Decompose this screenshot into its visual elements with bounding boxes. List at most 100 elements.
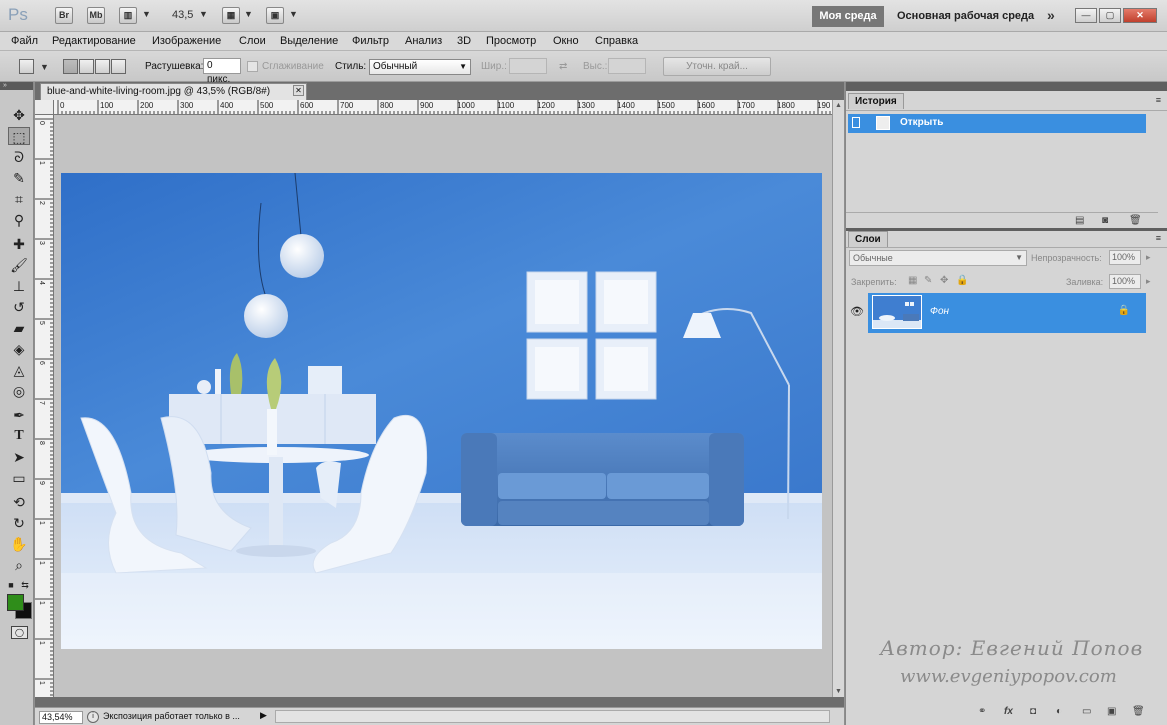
menu-file[interactable]: Файл [11, 35, 38, 47]
play-icon[interactable]: ▶ [260, 710, 267, 721]
chevron-down-icon[interactable]: ▼ [40, 62, 49, 72]
chevron-down-icon[interactable]: ▼ [244, 9, 253, 19]
zoom-tool-icon[interactable]: ⌕ [8, 556, 30, 574]
close-icon[interactable]: ✕ [293, 85, 304, 96]
refine-edge-button[interactable]: Уточн. край... [663, 57, 771, 76]
canvas-image[interactable] [61, 173, 822, 649]
tab-layers[interactable]: Слои [848, 231, 888, 247]
tool-preset-picker[interactable] [19, 59, 34, 74]
blend-mode-select[interactable]: Обычные ▼ [849, 250, 1027, 266]
panel-menu-icon[interactable]: ≡ [1156, 233, 1161, 243]
trash-icon[interactable]: 🗑 [1132, 706, 1145, 717]
view-extras-button[interactable]: ▥ [119, 7, 137, 24]
menu-3d[interactable]: 3D [457, 35, 471, 47]
vertical-ruler[interactable]: 0 1 2 3 4 5 6 7 8 9 1 1 1 1 1 [35, 115, 54, 697]
camera-icon[interactable]: ◙ [1102, 215, 1108, 226]
menu-image[interactable]: Изображение [152, 35, 221, 47]
menu-select[interactable]: Выделение [280, 35, 338, 47]
rectangle-tool-icon[interactable]: ▭ [8, 469, 30, 487]
subtract-from-selection-button[interactable] [95, 59, 110, 74]
tab-history[interactable]: История [848, 93, 904, 109]
close-button[interactable]: ✕ [1123, 8, 1157, 23]
chevron-down-icon[interactable]: ▼ [142, 9, 151, 19]
foreground-color-swatch[interactable] [7, 594, 24, 611]
history-brush-tool-icon[interactable]: ↺ [8, 298, 30, 316]
3d-rotate-tool-icon[interactable]: ⟲ [8, 493, 30, 511]
ruler-origin[interactable] [35, 100, 54, 115]
stamp-tool-icon[interactable]: ⊥ [8, 277, 30, 295]
arrange-documents-button[interactable]: ▦ [222, 7, 240, 24]
lock-transparency-icon[interactable]: ▦ [908, 275, 917, 286]
new-selection-button[interactable] [63, 59, 78, 74]
menu-help[interactable]: Справка [595, 35, 638, 47]
trash-icon[interactable]: 🗑 [1129, 215, 1142, 226]
width-input[interactable] [509, 58, 547, 74]
zoom-level[interactable]: 43,5 [172, 9, 193, 21]
panel-menu-icon[interactable]: ≡ [1156, 95, 1161, 105]
horizontal-ruler[interactable]: 0 100 200 300 400 500 600 700 800 900 10… [54, 100, 832, 115]
brush-tool-icon[interactable]: 🖌 [8, 256, 30, 274]
new-layer-icon[interactable]: ▣ [1107, 706, 1116, 717]
fill-input[interactable]: 100% [1109, 274, 1141, 289]
dodge-tool-icon[interactable]: ◎ [8, 382, 30, 400]
eyedropper-tool-icon[interactable]: ⚲ [8, 211, 30, 229]
layer-style-icon[interactable]: fx [1004, 706, 1013, 717]
screen-mode-button[interactable]: ▣ [266, 7, 284, 24]
new-document-from-state-icon[interactable]: ▤ [1075, 215, 1084, 226]
lock-position-icon[interactable]: ✥ [940, 275, 948, 286]
chevron-down-icon[interactable]: ▼ [199, 9, 208, 19]
document-tab[interactable]: blue-and-white-living-room.jpg @ 43,5% (… [40, 83, 307, 100]
antialias-checkbox[interactable] [247, 61, 258, 72]
healing-brush-tool-icon[interactable]: ✚ [8, 235, 30, 253]
hand-tool-icon[interactable]: ✋ [8, 535, 30, 553]
layer-row[interactable]: Фон 🔒 [868, 293, 1146, 333]
minimize-button[interactable]: — [1075, 8, 1097, 23]
style-select[interactable]: Обычный ▼ [369, 59, 471, 75]
scroll-up-icon[interactable]: ▲ [835, 102, 842, 109]
link-layers-icon[interactable]: ⚭ [978, 706, 986, 717]
default-colors-icon[interactable]: ■ [4, 576, 18, 594]
swap-colors-icon[interactable]: ⇆ [18, 576, 32, 594]
launch-minibridge-button[interactable]: Mb [87, 7, 105, 24]
layer-name[interactable]: Фон [930, 306, 949, 317]
menu-view[interactable]: Просмотр [486, 35, 536, 47]
marquee-tool-icon[interactable]: ⬚ [8, 127, 30, 145]
workspace-my-button[interactable]: Моя среда [812, 6, 884, 27]
horizontal-scrollbar[interactable] [275, 710, 830, 723]
intersect-selection-button[interactable] [111, 59, 126, 74]
lock-all-icon[interactable]: 🔒 [956, 275, 968, 286]
pen-tool-icon[interactable]: ✒ [8, 406, 30, 424]
lasso-tool-icon[interactable]: ᘐ [8, 148, 30, 166]
menu-filter[interactable]: Фильтр [352, 35, 389, 47]
fill-slider-icon[interactable]: ▸ [1146, 276, 1151, 287]
menu-window[interactable]: Окно [553, 35, 579, 47]
info-icon[interactable]: i [87, 711, 99, 723]
quick-select-tool-icon[interactable]: ✎ [8, 169, 30, 187]
vertical-scrollbar[interactable]: ▲ ▼ [832, 100, 844, 697]
move-tool-icon[interactable]: ✥ [8, 106, 30, 124]
chevron-down-icon[interactable]: ▼ [289, 9, 298, 19]
eye-icon[interactable]: 👁 [848, 303, 866, 321]
launch-bridge-button[interactable]: Br [55, 7, 73, 24]
new-group-icon[interactable]: ▭ [1082, 706, 1091, 717]
adjustment-layer-icon[interactable]: ◐ [1056, 706, 1062, 717]
height-input[interactable] [608, 58, 646, 74]
quick-mask-icon[interactable]: ◯ [11, 626, 28, 639]
restore-button[interactable]: ▢ [1099, 8, 1121, 23]
status-zoom-field[interactable]: 43,54% [39, 711, 83, 724]
path-selection-tool-icon[interactable]: ➤ [8, 448, 30, 466]
add-to-selection-button[interactable] [79, 59, 94, 74]
blur-tool-icon[interactable]: ◬ [8, 361, 30, 379]
history-item[interactable]: Открыть [848, 114, 1146, 133]
feather-input[interactable]: 0 пикс. [203, 58, 241, 85]
swap-icon[interactable]: ⇄ [559, 61, 567, 72]
eraser-tool-icon[interactable]: ▰ [8, 319, 30, 337]
workspace-essentials-button[interactable]: Основная рабочая среда [897, 10, 1034, 22]
crop-tool-icon[interactable]: ⌗ [8, 190, 30, 208]
opacity-input[interactable]: 100% [1109, 250, 1141, 265]
menu-edit[interactable]: Редактирование [52, 35, 136, 47]
3d-orbit-tool-icon[interactable]: ↻ [8, 514, 30, 532]
menu-analysis[interactable]: Анализ [405, 35, 442, 47]
layer-mask-icon[interactable]: ◘ [1030, 706, 1036, 717]
menu-layers[interactable]: Слои [239, 35, 266, 47]
